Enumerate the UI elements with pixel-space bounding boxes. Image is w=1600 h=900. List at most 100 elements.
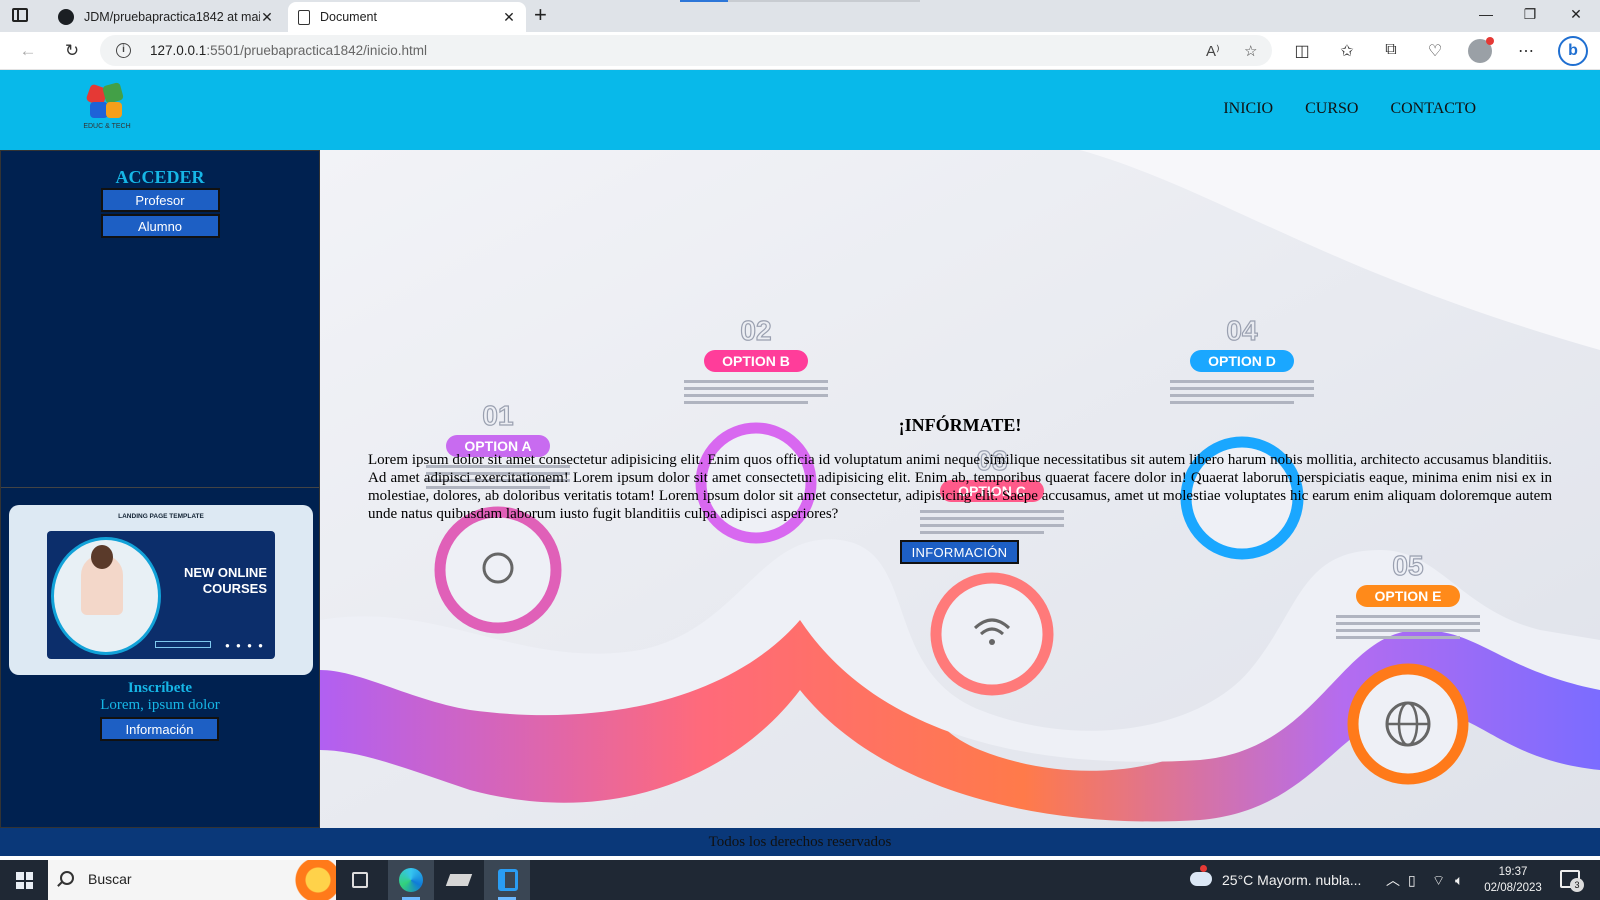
favorites-icon[interactable]: ✩ bbox=[1336, 41, 1358, 61]
show-hidden-icons-icon[interactable]: ︿ bbox=[1386, 860, 1400, 900]
taskbar-search[interactable]: Buscar bbox=[48, 860, 336, 900]
option-placeholder-line bbox=[1336, 636, 1460, 639]
option-label: OPTION B bbox=[722, 353, 790, 369]
edge-icon bbox=[399, 868, 423, 892]
footer-text: Todos los derechos reservados bbox=[708, 834, 892, 850]
url-text: 127.0.0.1:5501/pruebapractica1842/inicio… bbox=[150, 43, 427, 58]
search-placeholder: Buscar bbox=[88, 871, 132, 887]
banner-label: LANDING PAGE TEMPLATE bbox=[118, 513, 204, 520]
close-icon[interactable]: ✕ bbox=[502, 9, 516, 26]
tab-actions-icon[interactable] bbox=[12, 8, 28, 22]
option-placeholder-line bbox=[1170, 394, 1314, 397]
option-number: 02 bbox=[740, 315, 771, 346]
tab-title: JDM/pruebapractica1842 at main bbox=[84, 10, 260, 24]
clock-time: 19:37 bbox=[1498, 866, 1528, 878]
address-bar: ← ↻ i 127.0.0.1:5501/pruebapractica1842/… bbox=[0, 32, 1600, 70]
start-icon[interactable] bbox=[16, 872, 33, 889]
tab-document[interactable]: Document ✕ bbox=[288, 2, 526, 32]
option-placeholder-line bbox=[684, 380, 828, 383]
url-field[interactable]: i 127.0.0.1:5501/pruebapractica1842/inic… bbox=[100, 35, 1272, 66]
site-footer: Todos los derechos reservados bbox=[0, 828, 1600, 856]
site-logo[interactable]: EDUC & TECH bbox=[82, 81, 132, 138]
refresh-icon[interactable]: ↻ bbox=[62, 41, 82, 61]
taskbar-clock[interactable]: 19:37 02/08/2023 bbox=[1478, 864, 1548, 896]
option-placeholder-line bbox=[1170, 387, 1314, 390]
option-circle-e bbox=[1347, 663, 1469, 785]
tab-github[interactable]: JDM/pruebapractica1842 at main ✕ bbox=[48, 2, 284, 32]
task-view-button[interactable] bbox=[338, 860, 384, 900]
nav-link-inicio[interactable]: INICIO bbox=[1223, 100, 1273, 118]
promo-subtitle: Lorem, ipsum dolor bbox=[100, 697, 220, 713]
promo-panel: LANDING PAGE TEMPLATE NEW ONLINE COURSES… bbox=[1, 488, 319, 829]
wifi-icon[interactable]: ⌔ bbox=[1432, 860, 1445, 900]
option-placeholder-line bbox=[1170, 380, 1314, 383]
option-placeholder-line bbox=[684, 401, 808, 404]
loading-indicator bbox=[680, 0, 920, 2]
github-icon bbox=[58, 9, 74, 25]
close-icon[interactable]: ✕ bbox=[260, 9, 274, 26]
option-placeholder-line bbox=[1336, 615, 1480, 618]
search-icon bbox=[60, 871, 74, 885]
banner-screen: NEW ONLINE COURSES ● ● ● ● bbox=[47, 531, 275, 659]
search-highlight-icon bbox=[276, 860, 336, 900]
more-icon[interactable]: ⋯ bbox=[1515, 41, 1537, 61]
back-icon[interactable]: ← bbox=[18, 41, 38, 61]
edge-taskbar-button[interactable] bbox=[388, 860, 434, 900]
restore-icon[interactable]: ❐ bbox=[1520, 6, 1540, 23]
weather-text[interactable]: 25°C Mayorm. nubla... bbox=[1222, 860, 1361, 900]
read-aloud-icon[interactable]: A⁾ bbox=[1206, 42, 1220, 60]
document-icon bbox=[298, 9, 310, 25]
access-panel: ACCEDER Profesor Alumno bbox=[1, 151, 319, 488]
alumno-button[interactable]: Alumno bbox=[100, 214, 220, 238]
minimize-icon[interactable]: — bbox=[1476, 6, 1496, 22]
windows-taskbar: Buscar 25°C Mayorm. nubla... ︿ ▯ ⌔ 🔈︎ 19… bbox=[0, 860, 1600, 900]
option-placeholder-line bbox=[684, 394, 828, 397]
favorite-star-icon[interactable]: ☆ bbox=[1244, 42, 1257, 60]
collections-icon[interactable]: ⧉ bbox=[1380, 41, 1402, 59]
informate-title: ¡INFÓRMATE! bbox=[898, 415, 1022, 435]
bing-copilot-icon[interactable]: b bbox=[1558, 36, 1588, 66]
vscode-taskbar-button[interactable] bbox=[484, 860, 530, 900]
main-nav: INICIO CURSO CONTACTO bbox=[1223, 100, 1476, 118]
url-path: :5501/pruebapractica1842/inicio.html bbox=[206, 43, 427, 58]
device-icon[interactable]: ▯ bbox=[1408, 860, 1416, 900]
notification-count: 3 bbox=[1570, 878, 1584, 892]
main-informacion-button[interactable]: INFORMACIÓN bbox=[900, 540, 1019, 564]
option-number: 04 bbox=[1226, 315, 1258, 346]
browser-essentials-icon[interactable]: ♡ bbox=[1424, 41, 1446, 61]
nav-link-curso[interactable]: CURSO bbox=[1305, 100, 1358, 118]
nav-link-contacto[interactable]: CONTACTO bbox=[1390, 100, 1476, 118]
option-placeholder-line bbox=[920, 524, 1064, 527]
student-illustration bbox=[81, 545, 123, 615]
main-content: 01 OPTION A 02 OPTION B 03 OPTION C 04 OPTION D… bbox=[320, 150, 1600, 828]
weather-icon[interactable] bbox=[1190, 865, 1212, 886]
logo-text: EDUC & TECH bbox=[83, 123, 131, 130]
volume-icon[interactable]: 🔈︎ bbox=[1455, 860, 1463, 900]
promo-title: Inscríbete bbox=[127, 680, 193, 696]
left-sidebar: ACCEDER Profesor Alumno LANDING PAGE TEM… bbox=[0, 150, 320, 828]
informacion-button[interactable]: Información bbox=[100, 717, 219, 741]
informate-paragraph: Lorem ipsum dolor sit amet consectetur a… bbox=[368, 452, 1552, 522]
new-tab-button[interactable]: + bbox=[534, 4, 547, 26]
browser-tab-bar: JDM/pruebapractica1842 at main ✕ Documen… bbox=[0, 0, 1600, 32]
file-app-taskbar-button[interactable] bbox=[436, 860, 482, 900]
option-placeholder-line bbox=[684, 387, 828, 390]
clock-date: 02/08/2023 bbox=[1484, 882, 1542, 894]
notification-icon[interactable]: 3 bbox=[1560, 870, 1584, 892]
banner-headline: NEW ONLINE COURSES bbox=[183, 565, 267, 596]
option-placeholder-line bbox=[1336, 629, 1480, 632]
info-icon[interactable]: i bbox=[116, 43, 131, 58]
course-banner-image: LANDING PAGE TEMPLATE NEW ONLINE COURSES… bbox=[9, 505, 313, 675]
option-placeholder-line bbox=[1336, 622, 1480, 625]
option-placeholder-line bbox=[920, 531, 1044, 534]
close-window-icon[interactable]: ✕ bbox=[1566, 6, 1586, 23]
option-label: OPTION E bbox=[1375, 588, 1442, 604]
url-host: 127.0.0.1 bbox=[150, 43, 207, 58]
profesor-button[interactable]: Profesor bbox=[100, 188, 220, 212]
option-circle-a bbox=[434, 506, 562, 634]
profile-avatar[interactable] bbox=[1468, 37, 1494, 63]
option-label: OPTION D bbox=[1208, 353, 1276, 369]
option-circle-c bbox=[930, 572, 1054, 696]
split-screen-icon[interactable]: ◫ bbox=[1291, 41, 1313, 61]
task-view-icon bbox=[352, 872, 368, 888]
